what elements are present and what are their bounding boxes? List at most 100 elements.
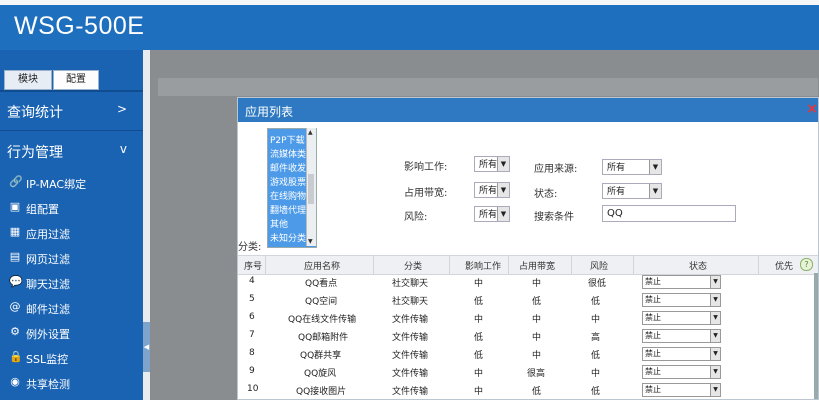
- sidebar-item-chat-filter[interactable]: 💬 聊天过滤: [0, 271, 143, 296]
- sidebar-item-exception-settings[interactable]: ⚙ 例外设置: [0, 321, 143, 346]
- status-select[interactable]: 禁止 ▼: [642, 383, 721, 397]
- status-select[interactable]: 所有 ▼: [602, 183, 662, 199]
- chevron-down-icon: ▼: [710, 276, 720, 288]
- status-value: 禁止: [645, 313, 661, 322]
- impact-select[interactable]: 所有 ▼: [474, 156, 510, 172]
- table-row: 9 QQ旋风 文件传输 中 很高 中 禁止 ▼: [238, 363, 818, 381]
- sidebar-item-label: SSL监控: [26, 353, 69, 366]
- cell-no: 5: [249, 294, 255, 304]
- tab-config[interactable]: 配置: [53, 70, 99, 90]
- risk-label: 风险:: [404, 212, 428, 223]
- status-select[interactable]: 禁止 ▼: [642, 275, 721, 289]
- category-option[interactable]: 翻墙代理: [270, 203, 306, 216]
- sidebar: 模块 配置 查询统计 > 行为管理 v 🔗 IP-MAC绑定 ▣ 组配置 ▦ 应…: [0, 50, 143, 400]
- cell-bandwidth: 中: [532, 315, 542, 325]
- status-value: 禁止: [645, 367, 661, 376]
- table-row: 7 QQ邮箱附件 文件传输 低 中 高 禁止 ▼: [238, 327, 818, 345]
- col-header-no: 序号: [244, 262, 263, 272]
- cell-category: 文件传输: [392, 333, 429, 343]
- close-icon[interactable]: ×: [806, 101, 818, 117]
- status-value: 禁止: [645, 385, 661, 394]
- source-value: 所有: [607, 163, 626, 173]
- lock-icon: 🔒: [9, 350, 23, 363]
- status-select[interactable]: 禁止 ▼: [642, 293, 721, 307]
- section-label: 行为管理: [7, 145, 63, 161]
- background-row: [158, 78, 818, 96]
- cell-risk: 低: [591, 351, 601, 361]
- grid-icon: ▦: [9, 225, 21, 238]
- section-query-stats[interactable]: 查询统计 >: [0, 92, 143, 131]
- risk-select[interactable]: 所有 ▼: [474, 206, 510, 222]
- col-header-risk: 风险: [590, 262, 609, 272]
- impact-value: 所有: [479, 160, 498, 170]
- status-select[interactable]: 禁止 ▼: [642, 311, 721, 325]
- col-divider: [508, 256, 509, 274]
- sidebar-item-group-config[interactable]: ▣ 组配置: [0, 196, 143, 221]
- category-label: 分类:: [238, 242, 262, 253]
- cell-risk: 很低: [588, 279, 607, 289]
- sidebar-item-share-detect[interactable]: ◉ 共享检测: [0, 371, 143, 396]
- sidebar-item-label: 聊天过滤: [26, 278, 70, 291]
- cell-impact: 低: [474, 351, 484, 361]
- sidebar-item-label: 共享检测: [26, 378, 70, 391]
- bandwidth-select[interactable]: 所有 ▼: [474, 182, 510, 198]
- sidebar-collapse-button[interactable]: ◀: [143, 322, 150, 372]
- category-option[interactable]: 游戏股票: [270, 175, 306, 188]
- cell-risk: 高: [591, 333, 601, 343]
- category-option[interactable]: 在线购物: [270, 189, 306, 202]
- app-title: WSG-500E: [14, 12, 145, 40]
- category-option[interactable]: 其他: [270, 217, 288, 230]
- category-option[interactable]: P2P下载: [270, 133, 305, 146]
- cell-risk: 低: [591, 297, 601, 307]
- table-scrollbar[interactable]: [814, 273, 818, 399]
- chevron-down-icon: ▼: [710, 330, 720, 342]
- status-select[interactable]: 禁止 ▼: [642, 347, 721, 361]
- at-icon: @: [9, 300, 21, 313]
- cell-name: QQ看点: [305, 279, 338, 289]
- gear-icon: ⚙: [10, 325, 20, 338]
- top-strip: [0, 0, 819, 5]
- sidebar-item-ip-mac[interactable]: 🔗 IP-MAC绑定: [0, 171, 143, 196]
- help-icon[interactable]: ?: [800, 258, 813, 271]
- category-option[interactable]: 流媒体类: [270, 147, 306, 160]
- sidebar-item-mail-filter[interactable]: @ 邮件过滤: [0, 296, 143, 321]
- sidebar-item-ssl-monitor[interactable]: 🔒 SSL监控: [0, 346, 143, 371]
- status-select[interactable]: 禁止 ▼: [642, 365, 721, 379]
- category-option[interactable]: 未知分类: [270, 231, 306, 244]
- cell-no: 9: [249, 366, 255, 376]
- cell-category: 文件传输: [392, 369, 429, 379]
- category-scrollbar[interactable]: ▲ ▼: [306, 128, 316, 246]
- chevron-down-icon: v: [119, 142, 127, 156]
- search-input[interactable]: QQ: [602, 205, 736, 222]
- scroll-thumb[interactable]: [308, 174, 314, 204]
- risk-value: 所有: [479, 210, 498, 220]
- scroll-down-icon[interactable]: ▼: [308, 238, 313, 245]
- cell-no: 10: [247, 384, 259, 394]
- sidebar-tabs: 模块 配置: [0, 70, 143, 90]
- chat-icon: 💬: [9, 275, 23, 288]
- cell-impact: 中: [474, 315, 484, 325]
- status-select[interactable]: 禁止 ▼: [642, 329, 721, 343]
- cell-name: QQ旋风: [304, 369, 337, 379]
- cell-name: QQ群共享: [300, 351, 342, 361]
- source-select[interactable]: 所有 ▼: [602, 159, 662, 175]
- category-option[interactable]: 邮件收发: [270, 161, 306, 174]
- tab-modules[interactable]: 模块: [4, 70, 52, 90]
- cell-name: QQ在线文件传输: [288, 315, 357, 325]
- col-header-impact: 影响工作: [465, 262, 502, 272]
- chevron-down-icon: ▼: [649, 184, 661, 198]
- section-behavior-management[interactable]: 行为管理 v: [0, 132, 143, 170]
- app-list-dialog: 应用列表 × P2P下载 流媒体类 邮件收发 游戏股票 在线购物 翻墙代理 其他…: [237, 97, 819, 400]
- scroll-up-icon[interactable]: ▲: [308, 129, 313, 136]
- col-header-priority: 优先: [775, 262, 794, 272]
- link-icon: 🔗: [9, 175, 23, 188]
- source-label: 应用来源:: [534, 164, 578, 175]
- dialog-header: 应用列表 ×: [238, 98, 818, 122]
- bandwidth-label: 占用带宽:: [404, 188, 448, 199]
- cell-bandwidth: 低: [532, 387, 542, 397]
- sidebar-item-web-filter[interactable]: ▤ 网页过滤: [0, 246, 143, 271]
- col-divider: [633, 256, 634, 274]
- table-row: 4 QQ看点 社交聊天 中 中 很低 禁止 ▼: [238, 273, 818, 291]
- sidebar-item-app-filter[interactable]: ▦ 应用过滤: [0, 221, 143, 246]
- cell-no: 4: [249, 276, 255, 286]
